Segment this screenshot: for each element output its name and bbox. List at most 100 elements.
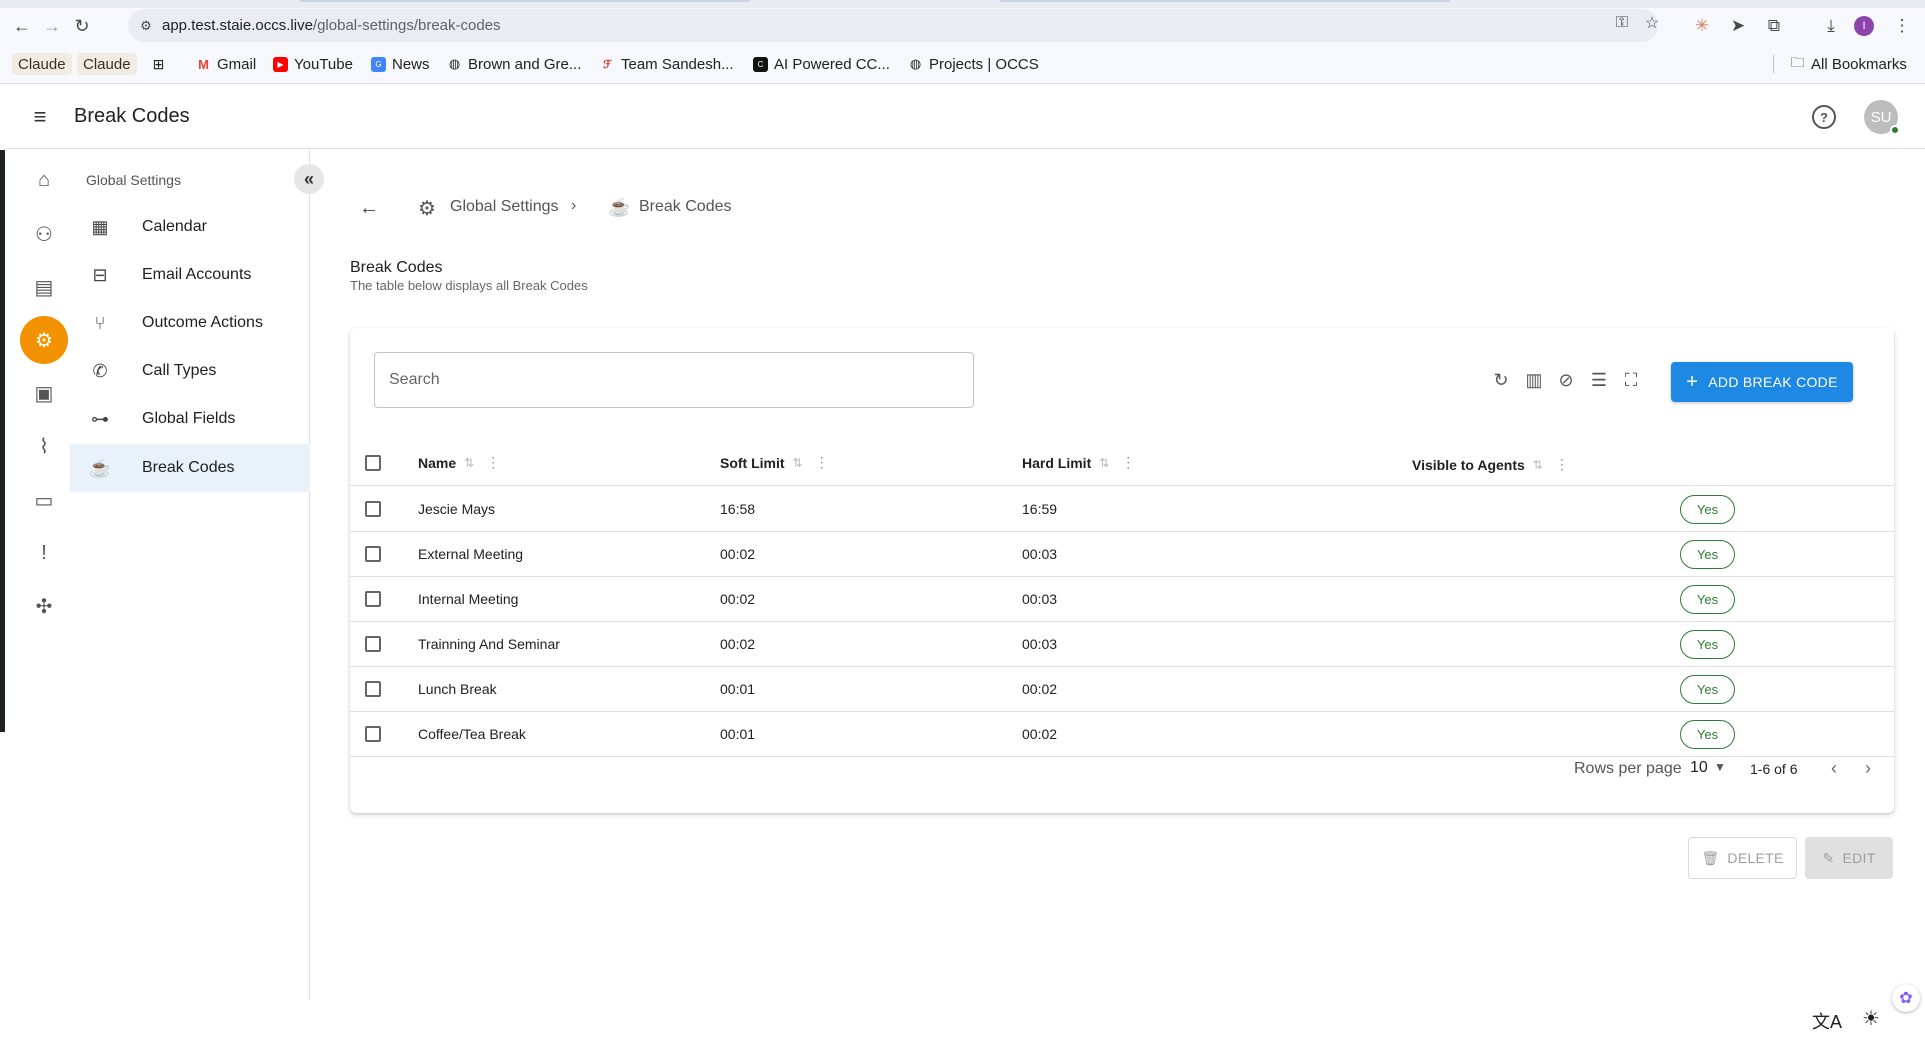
sort-icon[interactable]: ⇅ (793, 456, 803, 470)
users-icon[interactable]: ⚇ (20, 210, 68, 258)
password-key-icon[interactable]: ⚿ (1608, 9, 1636, 37)
columns-icon[interactable]: ▥ (1520, 366, 1548, 394)
sort-icon[interactable]: ⇅ (464, 456, 474, 470)
cell-soft-limit: 00:01 (720, 726, 756, 742)
row-checkbox[interactable] (365, 591, 381, 607)
column-header-name[interactable]: Name ⇅ ⋮ (418, 454, 500, 471)
table-row[interactable]: External Meeting 00:02 00:03 Yes (350, 532, 1894, 577)
globe-icon: ◍ (909, 56, 922, 71)
help-icon[interactable]: ? (1812, 105, 1836, 129)
column-menu-icon[interactable]: ⋮ (1121, 454, 1135, 471)
fullscreen-icon[interactable]: ⛶ (1617, 366, 1645, 394)
sort-icon[interactable]: ⇅ (1099, 456, 1109, 470)
apps-grid-icon[interactable]: ⊞ (151, 53, 166, 75)
table-header: Name ⇅ ⋮ Soft Limit ⇅ ⋮ Hard Limit ⇅ ⋮ Visible… (350, 440, 1894, 486)
table-row[interactable]: Trainning And Seminar 00:02 00:03 Yes (350, 622, 1894, 667)
add-break-code-button[interactable]: + ADD BREAK CODE (1671, 362, 1853, 402)
brain-extension-icon[interactable]: ✿ (1892, 984, 1920, 1012)
browser-menu-icon[interactable]: ⋮ (1888, 12, 1916, 40)
column-header-visible-to-agents[interactable]: Visible to Agents ⇅ ⋮ (1412, 456, 1569, 473)
bookmark-news[interactable]: G News (371, 53, 430, 75)
app-header: ≡ Break Codes ? SU (6, 85, 1925, 149)
subnav-item-outcome-actions[interactable]: ⑂ Outcome Actions (70, 299, 310, 347)
column-menu-icon[interactable]: ⋮ (486, 454, 500, 471)
next-page-icon[interactable]: › (1865, 758, 1871, 779)
breadcrumb-global-settings[interactable]: Global Settings (450, 198, 559, 216)
tab-strip (0, 0, 1925, 8)
column-menu-icon[interactable]: ⋮ (815, 454, 829, 471)
table-row[interactable]: Internal Meeting 00:02 00:03 Yes (350, 577, 1894, 622)
sort-icon[interactable]: ⇅ (1533, 458, 1543, 472)
column-header-hard-limit[interactable]: Hard Limit ⇅ ⋮ (1022, 454, 1135, 471)
monitoring-icon[interactable]: ⌇ (20, 422, 68, 470)
subnav-item-email-accounts[interactable]: ⊟ Email Accounts (70, 251, 310, 299)
row-checkbox[interactable] (365, 546, 381, 562)
url-text[interactable]: app.test.staie.occs.live/global-settings… (162, 17, 501, 34)
delete-button[interactable]: 🗑 DELETE (1688, 837, 1797, 879)
theme-toggle-icon[interactable]: ☀ (1862, 1006, 1880, 1031)
column-menu-icon[interactable]: ⋮ (1555, 456, 1569, 473)
puzzle-icon[interactable]: ✣ (20, 582, 68, 630)
filter-off-icon[interactable]: ⊘ (1552, 366, 1580, 394)
bookmark-projects-occs[interactable]: ◍ Projects | OCCS (908, 53, 1039, 75)
edit-button[interactable]: ✎ EDIT (1805, 837, 1893, 879)
news-icon: G (371, 56, 386, 72)
report-icon[interactable]: ! (20, 529, 68, 577)
select-all-checkbox[interactable] (365, 455, 381, 471)
team-icon: ℱ (603, 58, 612, 71)
send-extension-icon[interactable]: ➤ (1724, 12, 1752, 40)
clipboard-icon[interactable]: ▤ (20, 263, 68, 311)
all-bookmarks[interactable]: 🗀 All Bookmarks (1790, 53, 1907, 75)
site-settings-icon[interactable]: ⚙ (136, 16, 156, 36)
column-header-soft-limit[interactable]: Soft Limit ⇅ ⋮ (720, 454, 829, 471)
rows-per-page-select[interactable]: 10 (1690, 759, 1708, 777)
row-checkbox[interactable] (365, 681, 381, 697)
bookmark-gmail[interactable]: M Gmail (196, 53, 256, 75)
subnav-item-calendar[interactable]: ▦ Calendar (70, 203, 310, 251)
fork-icon: ⑂ (94, 312, 106, 333)
bookmark-youtube[interactable]: ▶ YouTube (273, 53, 353, 75)
previous-page-icon[interactable]: ‹ (1831, 758, 1837, 779)
extensions-puzzle-icon[interactable]: ⧉ (1760, 12, 1788, 40)
search-input[interactable] (375, 353, 973, 407)
bookmark-claude-2[interactable]: Claude (77, 53, 137, 75)
back-arrow-icon[interactable]: ← (8, 12, 36, 40)
user-avatar[interactable]: SU (1864, 100, 1900, 135)
subnav-item-call-types[interactable]: ✆ Call Types (70, 347, 310, 395)
refresh-icon[interactable]: ↻ (1487, 366, 1515, 394)
bookmark-ai-powered[interactable]: C AI Powered CC... (753, 53, 890, 75)
settings-icon[interactable]: ⚙ (20, 316, 68, 364)
row-checkbox[interactable] (365, 501, 381, 517)
visible-status-badge: Yes (1680, 585, 1735, 614)
forward-arrow-icon[interactable]: → (38, 12, 66, 40)
contact-card-icon[interactable]: ▣ (20, 369, 68, 417)
globe-icon: ◍ (448, 56, 461, 71)
bookmark-star-icon[interactable]: ☆ (1638, 9, 1666, 37)
search-field[interactable] (374, 352, 974, 408)
bookmark-claude-1[interactable]: Claude (12, 53, 72, 75)
table-row[interactable]: Lunch Break 00:01 00:02 Yes (350, 667, 1894, 712)
table-row[interactable]: Jescie Mays 16:58 16:59 Yes (350, 487, 1894, 532)
plus-icon: + (1686, 371, 1699, 393)
subnav-item-global-fields[interactable]: ⊶ Global Fields (70, 395, 310, 443)
page-title: Break Codes (74, 105, 190, 127)
back-arrow-icon[interactable]: ← (356, 196, 382, 220)
bookmark-team-sandesh[interactable]: ℱ Team Sandesh... (600, 53, 733, 75)
caret-down-icon[interactable]: ▼ (1714, 760, 1726, 774)
address-bar[interactable]: ⚙ app.test.staie.occs.live/global-settin… (128, 9, 1658, 42)
row-checkbox[interactable] (365, 636, 381, 652)
menu-icon[interactable]: ≡ (28, 104, 52, 129)
download-icon[interactable]: ⤓ (1817, 12, 1845, 40)
browser-profile-avatar[interactable]: I (1854, 16, 1874, 36)
density-icon[interactable]: ☰ (1585, 366, 1613, 394)
claude-extension-icon[interactable]: ✳ (1688, 12, 1716, 40)
monitor-icon[interactable]: ▭ (20, 476, 68, 524)
bookmark-brown-and-green[interactable]: ◍ Brown and Gre... (447, 53, 582, 75)
collapse-chevrons-icon[interactable]: « (294, 164, 324, 194)
translate-icon[interactable]: 文A (1812, 1008, 1842, 1034)
home-icon[interactable]: ⌂ (20, 156, 68, 204)
subnav-item-break-codes[interactable]: ☕ Break Codes (70, 444, 310, 492)
reload-icon[interactable]: ↻ (68, 12, 96, 40)
cell-name: Internal Meeting (418, 591, 519, 607)
row-checkbox[interactable] (365, 726, 381, 742)
